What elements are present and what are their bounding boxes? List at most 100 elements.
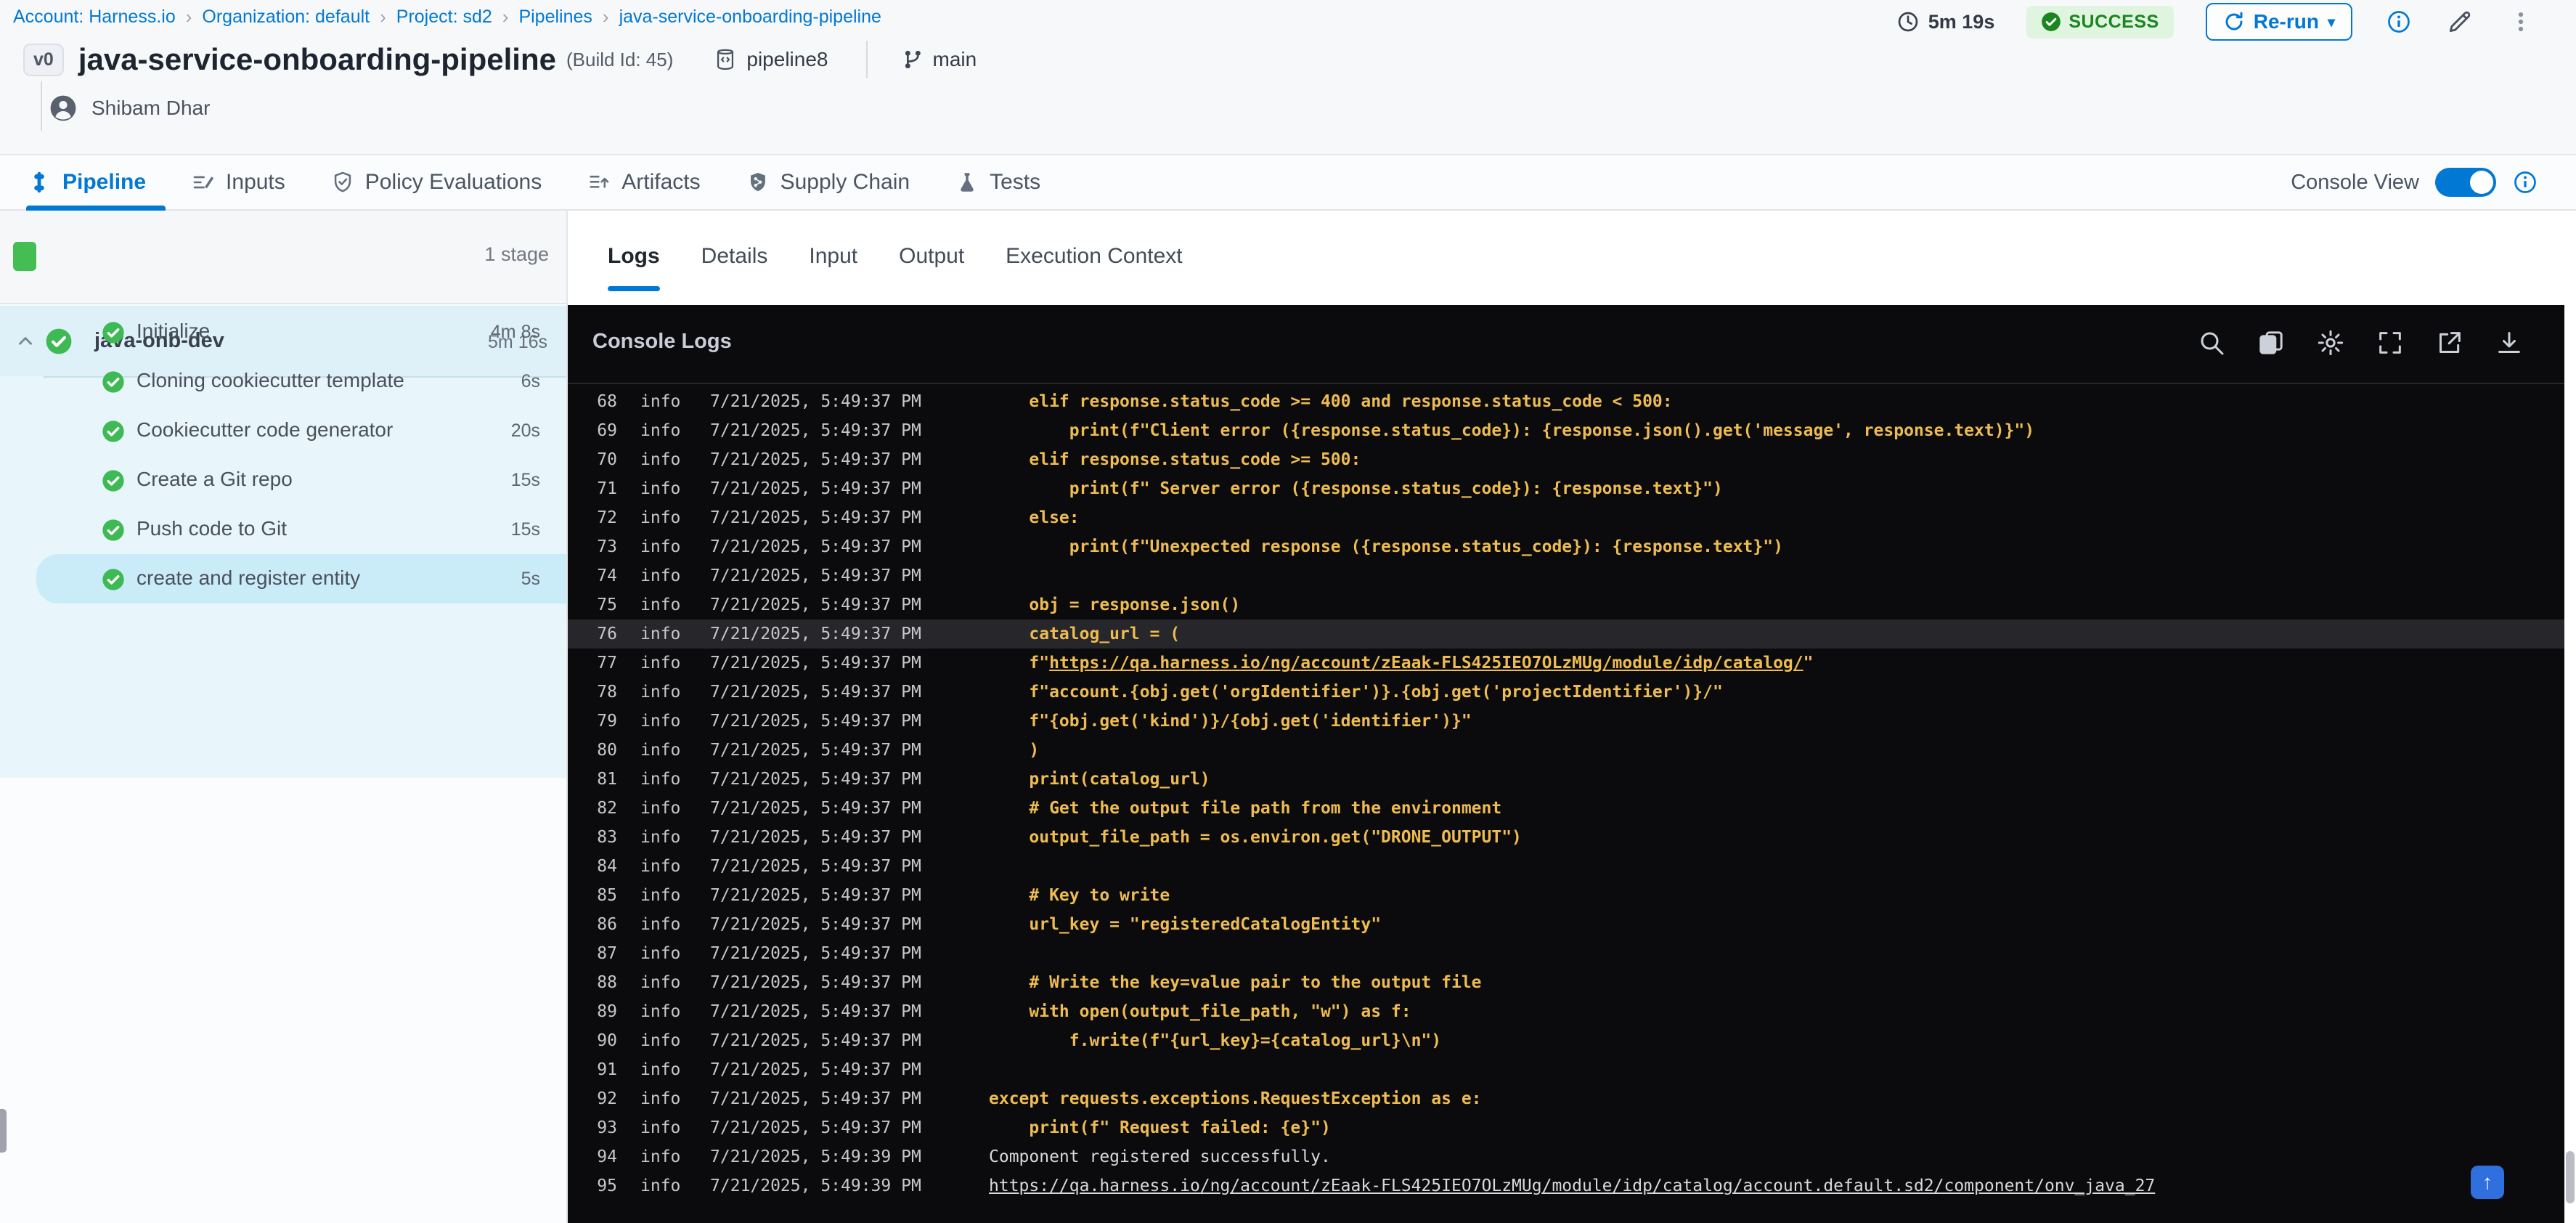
log-line-75: 75 info 7/21/2025, 5:49:37 PM obj = respon… <box>568 590 2564 619</box>
log-link[interactable]: https://qa.harness.io/ng/account/zEaak-F… <box>989 1177 2155 1195</box>
step-row-create-a-git-repo[interactable]: Create a Git repo 15s <box>0 455 566 505</box>
step-row-create-and-register-entity[interactable]: create and register entity 5s <box>36 554 566 604</box>
log-level: info <box>640 1089 681 1108</box>
version-badge: v0 <box>23 43 64 76</box>
log-message: elif response.status_code >= 500: <box>989 445 1361 474</box>
status-badge: SUCCESS <box>2026 5 2174 38</box>
title-row: v0 java-service-onboarding-pipeline (Bui… <box>23 41 977 78</box>
log-line-71: 71 info 7/21/2025, 5:49:37 PM print(f" Ser… <box>568 474 2564 503</box>
log-line-85: 85 info 7/21/2025, 5:49:37 PM # Key to wri… <box>568 881 2564 910</box>
download-icon[interactable] <box>2495 328 2524 357</box>
log-line-number: 85 <box>597 886 617 905</box>
pipeline-ref-label: pipeline8 <box>746 48 828 70</box>
log-level: info <box>640 508 681 527</box>
panel-tab-details[interactable]: Details <box>701 244 768 269</box>
rerun-button[interactable]: Re-run ▾ <box>2205 3 2352 41</box>
panel-tab-execution-context[interactable]: Execution Context <box>1006 244 1182 269</box>
log-level: info <box>640 1031 681 1050</box>
log-text: url_key = "registeredCatalogEntity" <box>989 915 1382 934</box>
log-text: catalog_url = ( <box>989 625 1181 643</box>
log-level: info <box>640 392 681 411</box>
log-line-number: 77 <box>597 654 617 673</box>
log-timestamp: 7/21/2025, 5:49:37 PM <box>710 421 921 440</box>
log-text: f"{obj.get('kind')}/{obj.get('identifier… <box>989 712 1472 731</box>
console-title: Console Logs <box>592 330 732 353</box>
log-line-number: 73 <box>597 537 617 556</box>
breadcrumb-item[interactable]: Organization: default <box>202 7 370 28</box>
log-line-number: 90 <box>597 1031 617 1050</box>
log-level: info <box>640 625 681 643</box>
step-row-cloning-cookiecutter-template[interactable]: Cloning cookiecutter template 6s <box>0 357 566 406</box>
breadcrumb-item[interactable]: java-service-onboarding-pipeline <box>619 7 881 28</box>
main-tabbar: Pipeline Inputs Policy Evaluations Artifact… <box>0 154 2576 211</box>
log-timestamp: 7/21/2025, 5:49:37 PM <box>710 508 921 527</box>
log-text: output_file_path = os.environ.get("DRONE… <box>989 828 1522 847</box>
tab-supply-chain[interactable]: Supply Chain <box>746 170 910 195</box>
stage-node[interactable] <box>13 242 36 271</box>
log-text: print(f" Request failed: {e}") <box>989 1118 1331 1137</box>
open-in-new-icon[interactable] <box>2435 328 2464 357</box>
log-message: else: <box>989 503 1079 532</box>
breadcrumb-item[interactable]: Pipelines <box>518 7 592 28</box>
log-level: info <box>640 915 681 934</box>
tab-label: Inputs <box>226 170 285 194</box>
branch-ref[interactable]: main <box>901 48 977 71</box>
scrollbar-thumb[interactable] <box>2566 1151 2575 1203</box>
log-timestamp: 7/21/2025, 5:49:37 PM <box>710 1089 921 1108</box>
log-text: print(f"Client error ({response.status_c… <box>989 421 2035 440</box>
step-label: Create a Git repo <box>136 468 293 490</box>
fullscreen-icon[interactable] <box>2376 328 2405 357</box>
log-timestamp: 7/21/2025, 5:49:37 PM <box>710 857 921 876</box>
branch-label: main <box>932 48 977 70</box>
log-text: elif response.status_code >= 400 and res… <box>989 392 1673 411</box>
tab-tests[interactable]: Tests <box>955 170 1040 195</box>
log-timestamp: 7/21/2025, 5:49:37 PM <box>710 886 921 905</box>
log-line-90: 90 info 7/21/2025, 5:49:37 PM f.write(f"{u… <box>568 1026 2564 1055</box>
log-timestamp: 7/21/2025, 5:49:37 PM <box>710 741 921 760</box>
log-link[interactable]: https://qa.harness.io/ng/account/zEaak-F… <box>1049 654 1803 673</box>
log-line-74: 74 info 7/21/2025, 5:49:37 PM <box>568 561 2564 590</box>
breadcrumb-item[interactable]: Account: Harness.io <box>13 7 176 28</box>
log-message: print(catalog_url) <box>989 765 1210 794</box>
log-message: with open(output_file_path, "w") as f: <box>989 997 1411 1026</box>
log-line-81: 81 info 7/21/2025, 5:49:37 PM print(catalo… <box>568 765 2564 794</box>
step-row-cookiecutter-code-generator[interactable]: Cookiecutter code generator 20s <box>0 406 566 455</box>
console-view-toggle[interactable] <box>2435 168 2496 197</box>
pipeline-icon <box>26 169 52 195</box>
kebab-menu-icon[interactable] <box>2506 7 2535 36</box>
search-icon[interactable] <box>2197 328 2226 357</box>
tab-artifacts[interactable]: Artifacts <box>587 170 701 195</box>
log-line-number: 95 <box>597 1177 617 1195</box>
refresh-icon <box>2223 11 2245 33</box>
status-text: SUCCESS <box>2068 11 2159 32</box>
pipeline-ref[interactable]: pipeline8 <box>713 47 828 72</box>
log-line-number: 84 <box>597 857 617 876</box>
breadcrumb-item[interactable]: Project: sd2 <box>396 7 492 28</box>
step-row-initialize[interactable]: Initialize 4m 8s <box>0 307 566 357</box>
log-line-number: 68 <box>597 392 617 411</box>
log-line-number: 78 <box>597 683 617 702</box>
scroll-to-top-button[interactable]: ↑ <box>2471 1166 2504 1199</box>
log-message: f"{obj.get('kind')}/{obj.get('identifier… <box>989 707 1472 736</box>
panel-tab-input[interactable]: Input <box>809 244 857 269</box>
info-icon[interactable] <box>2512 169 2538 195</box>
log-level: info <box>640 741 681 760</box>
copy-icon[interactable] <box>2257 328 2286 357</box>
step-duration: 20s <box>510 420 540 441</box>
panel-tab-output[interactable]: Output <box>899 244 964 269</box>
tab-policy-evaluations[interactable]: Policy Evaluations <box>330 170 542 195</box>
panel-tab-logs[interactable]: Logs <box>608 244 660 269</box>
sidebar-scroll-handle[interactable] <box>0 1109 7 1153</box>
log-text: print(catalog_url) <box>989 770 1210 789</box>
panel-tab-list: Logs Details Input Output Execution Context <box>608 244 1183 269</box>
step-row-push-code-to-git[interactable]: Push code to Git 15s <box>0 505 566 554</box>
tab-pipeline[interactable]: Pipeline <box>26 169 146 195</box>
log-line-number: 86 <box>597 915 617 934</box>
info-icon[interactable] <box>2384 7 2413 36</box>
settings-icon[interactable] <box>2316 328 2345 357</box>
log-message: except requests.exceptions.RequestExcept… <box>989 1084 1482 1113</box>
tab-inputs[interactable]: Inputs <box>191 170 285 195</box>
edit-pencil-icon[interactable] <box>2445 7 2474 36</box>
console-scrollbar[interactable] <box>2564 305 2576 1223</box>
log-line-number: 76 <box>597 625 617 643</box>
